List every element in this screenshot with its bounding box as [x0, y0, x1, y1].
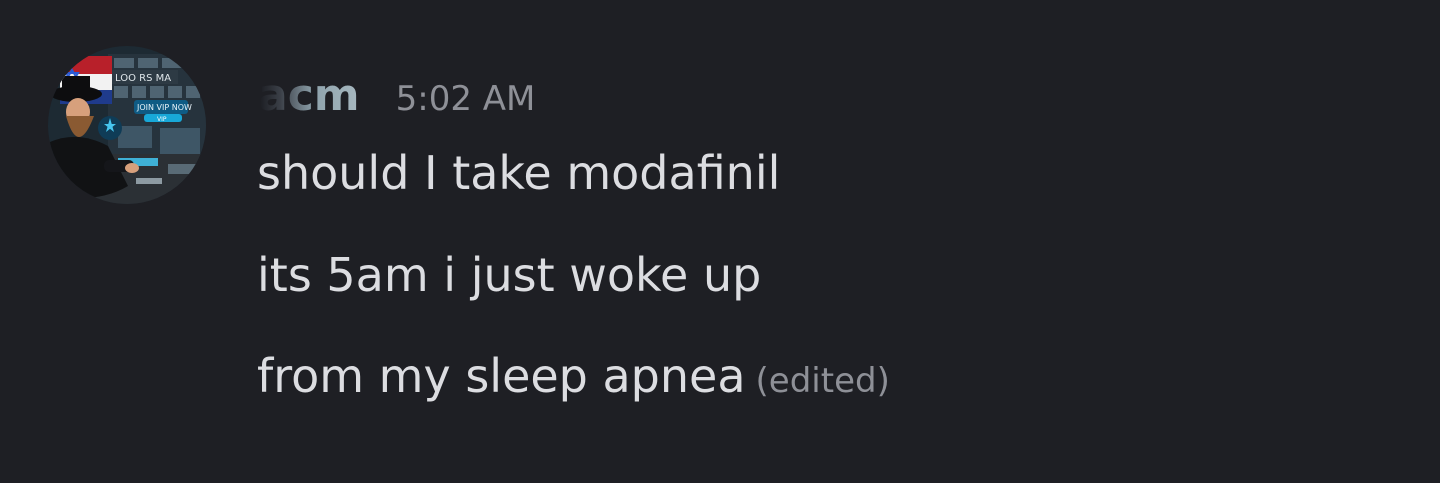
svg-text:VIP: VIP: [157, 116, 167, 123]
edited-label: (edited): [755, 361, 890, 401]
svg-text:LOO RS MA: LOO RS MA: [115, 73, 171, 84]
message-line: should I take modafinil: [257, 146, 781, 200]
message-line-text: from my sleep apnea: [257, 349, 746, 403]
message-line-last: from my sleep apnea (edited): [257, 346, 890, 411]
message-line: its 5am i just woke up: [257, 248, 762, 302]
author-name[interactable]: acm: [258, 68, 360, 124]
user-avatar[interactable]: LOO RS MA JOIN VIP NOW VIP: [48, 46, 206, 204]
message-timestamp[interactable]: 5:02 AM: [396, 71, 536, 127]
chat-message: LOO RS MA JOIN VIP NOW VIP acm 5:02 AM s…: [0, 0, 1440, 483]
avatar-image: LOO RS MA JOIN VIP NOW VIP: [48, 46, 206, 204]
message-header: acm 5:02 AM: [258, 68, 535, 124]
svg-text:JOIN VIP NOW: JOIN VIP NOW: [136, 103, 192, 112]
